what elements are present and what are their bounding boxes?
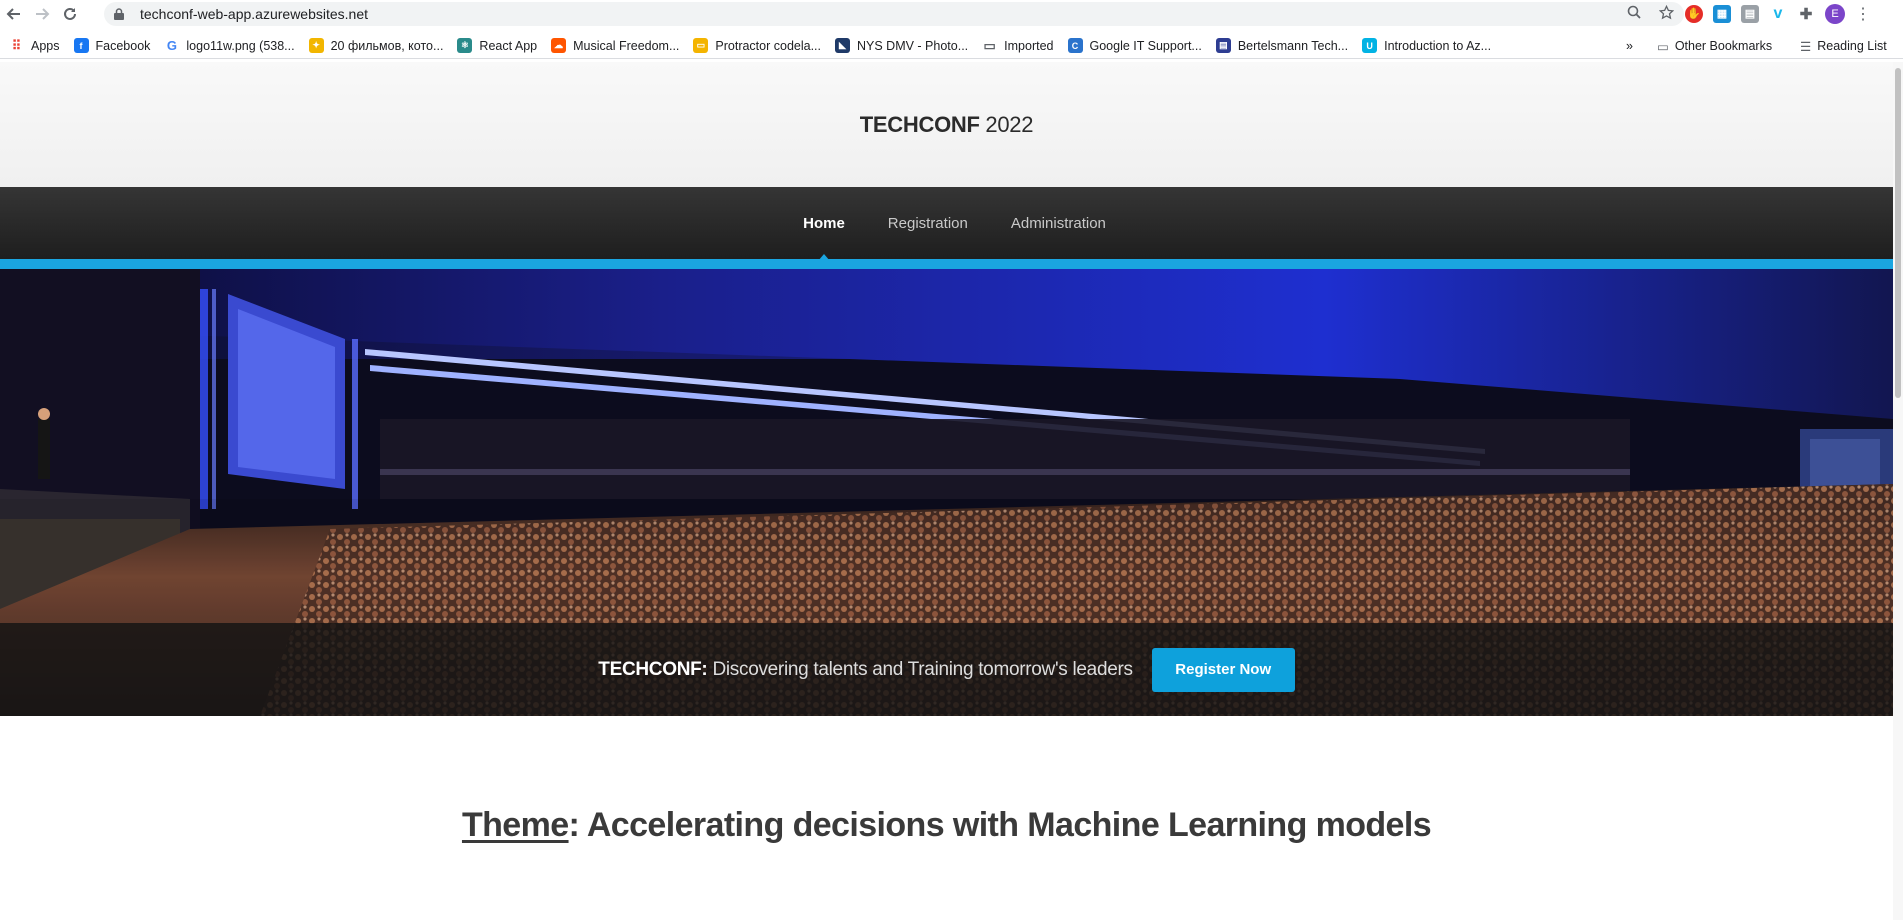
bookmark-label: Google IT Support... xyxy=(1089,38,1202,53)
nav-accent-strip xyxy=(0,259,1893,269)
zoom-icon[interactable] xyxy=(1627,5,1641,23)
bookmark-star-icon[interactable] xyxy=(1658,4,1675,24)
bookmark-label: NYS DMV - Photo... xyxy=(857,38,969,53)
bookmark-item[interactable]: ⚛ React App xyxy=(457,38,537,53)
back-arrow-icon xyxy=(6,7,20,20)
bookmark-item[interactable]: ▭ Protractor codela... xyxy=(693,38,821,53)
facebook-icon: f xyxy=(73,38,89,53)
bookmark-label: Imported xyxy=(1004,38,1054,53)
address-bar[interactable]: techconf-web-app.azurewebsites.net xyxy=(104,2,1684,26)
reload-button[interactable] xyxy=(56,0,84,27)
bookmark-item[interactable]: Glogo11w.png (538... xyxy=(164,38,295,53)
bookmark-label: Facebook xyxy=(95,38,151,53)
bookmark-item[interactable]: ▭ Imported xyxy=(982,37,1054,53)
bookmark-item[interactable]: f Facebook xyxy=(73,38,151,53)
nav-item-administration[interactable]: Administration xyxy=(1011,215,1106,232)
calendar-extension-icon[interactable]: ▦ xyxy=(1713,4,1731,23)
brand-name: TECHCONF xyxy=(859,111,980,137)
nys-icon: ◣ xyxy=(835,38,850,53)
react-icon: ⚛ xyxy=(457,38,473,53)
web-page: TECHCONF 2022 Home Registration Administra… xyxy=(0,62,1893,920)
clipboard-extension-icon[interactable]: ▤ xyxy=(1741,4,1759,23)
back-button[interactable] xyxy=(0,0,28,27)
browser-menu-icon[interactable]: ⋮ xyxy=(1855,4,1871,24)
reload-icon xyxy=(64,7,76,20)
bookmark-item[interactable]: ▤ Bertelsmann Tech... xyxy=(1215,38,1349,53)
extensions-area: ✋ ▦ ▤ v ✚ E ⋮ xyxy=(1685,0,1871,27)
apps-grid-icon: ⠿ xyxy=(11,37,22,53)
bookmark-label: Introduction to Az... xyxy=(1384,38,1492,53)
bulb-icon: ✦ xyxy=(308,38,324,53)
slides-icon: ▭ xyxy=(693,38,709,53)
bookmarks-overflow-button[interactable]: » xyxy=(1626,33,1633,59)
soundcloud-icon: ☁ xyxy=(551,38,567,53)
profile-avatar[interactable]: E xyxy=(1825,3,1845,24)
coursera-icon: C xyxy=(1067,38,1083,53)
bookmark-item[interactable]: U Introduction to Az... xyxy=(1362,38,1491,53)
bookmark-item[interactable]: ✦ 20 фильмов, кото... xyxy=(308,38,444,53)
hero-banner: TECHCONF: Discovering talents and Traini… xyxy=(0,269,1893,716)
theme-label: Theme xyxy=(461,806,569,844)
bookmark-item[interactable]: ◣ NYS DMV - Photo... xyxy=(835,38,968,53)
google-icon: G xyxy=(166,38,177,53)
register-now-button[interactable]: Register Now xyxy=(1151,647,1295,692)
udacity-u-icon: U xyxy=(1362,38,1378,53)
theme-text: : Accelerating decisions with Machine Le… xyxy=(568,806,1432,844)
bookmark-label: 20 фильмов, кото... xyxy=(330,38,444,53)
scrollbar-thumb[interactable] xyxy=(1895,68,1901,398)
brand-year: 2022 xyxy=(979,111,1034,137)
hero-caption-bar: TECHCONF: Discovering talents and Traini… xyxy=(0,623,1893,716)
other-bookmarks-label: Other Bookmarks xyxy=(1674,39,1773,53)
bookmark-item[interactable]: C Google IT Support... xyxy=(1067,38,1202,53)
bookmark-label: Musical Freedom... xyxy=(573,38,680,53)
bookmarks-bar: ⠿ Apps f Facebook Glogo11w.png (538... ✦ 20 фи… xyxy=(0,33,1903,59)
bookmark-item[interactable]: ☁ Musical Freedom... xyxy=(551,38,679,53)
theme-heading: Theme: Accelerating decisions with Machi… xyxy=(0,806,1893,845)
reading-list-button[interactable]: ☰ Reading List xyxy=(1800,33,1887,59)
bookmark-label: Protractor codela... xyxy=(715,38,821,53)
folder-icon: ▭ xyxy=(1657,39,1669,54)
folder-icon: ▭ xyxy=(983,37,996,53)
tagline-brand: TECHCONF: xyxy=(598,658,708,680)
bookmark-label: Bertelsmann Tech... xyxy=(1237,38,1349,53)
forward-arrow-icon xyxy=(36,7,50,20)
nav-item-home[interactable]: Home xyxy=(803,215,845,232)
udacity-icon: ▤ xyxy=(1215,38,1231,53)
main-navigation: Home Registration Administration xyxy=(0,187,1893,259)
bookmark-label: logo11w.png (538... xyxy=(186,38,295,53)
page-scrollbar[interactable] xyxy=(1893,62,1903,920)
puzzle-extensions-icon[interactable]: ✚ xyxy=(1797,4,1815,23)
tagline-text: Discovering talents and Training tomorro… xyxy=(707,658,1133,680)
other-bookmarks-folder[interactable]: ▭ Other Bookmarks xyxy=(1657,33,1772,59)
bookmark-label: React App xyxy=(479,38,538,53)
nav-item-registration[interactable]: Registration xyxy=(888,215,968,232)
vimeo-icon[interactable]: v xyxy=(1769,4,1787,23)
lock-icon xyxy=(114,8,128,20)
reading-list-label: Reading List xyxy=(1817,39,1887,53)
hero-tagline: TECHCONF: Discovering talents and Traini… xyxy=(598,658,1133,681)
bookmark-item[interactable]: ⠿ Apps xyxy=(9,38,60,53)
forward-button[interactable] xyxy=(28,0,56,27)
adblock-icon[interactable]: ✋ xyxy=(1685,4,1703,23)
site-header: TECHCONF 2022 xyxy=(0,62,1893,187)
reading-list-icon: ☰ xyxy=(1800,39,1812,54)
url-text: techconf-web-app.azurewebsites.net xyxy=(140,6,369,22)
bookmark-label: Apps xyxy=(31,38,60,53)
site-brand[interactable]: TECHCONF 2022 xyxy=(859,111,1034,138)
